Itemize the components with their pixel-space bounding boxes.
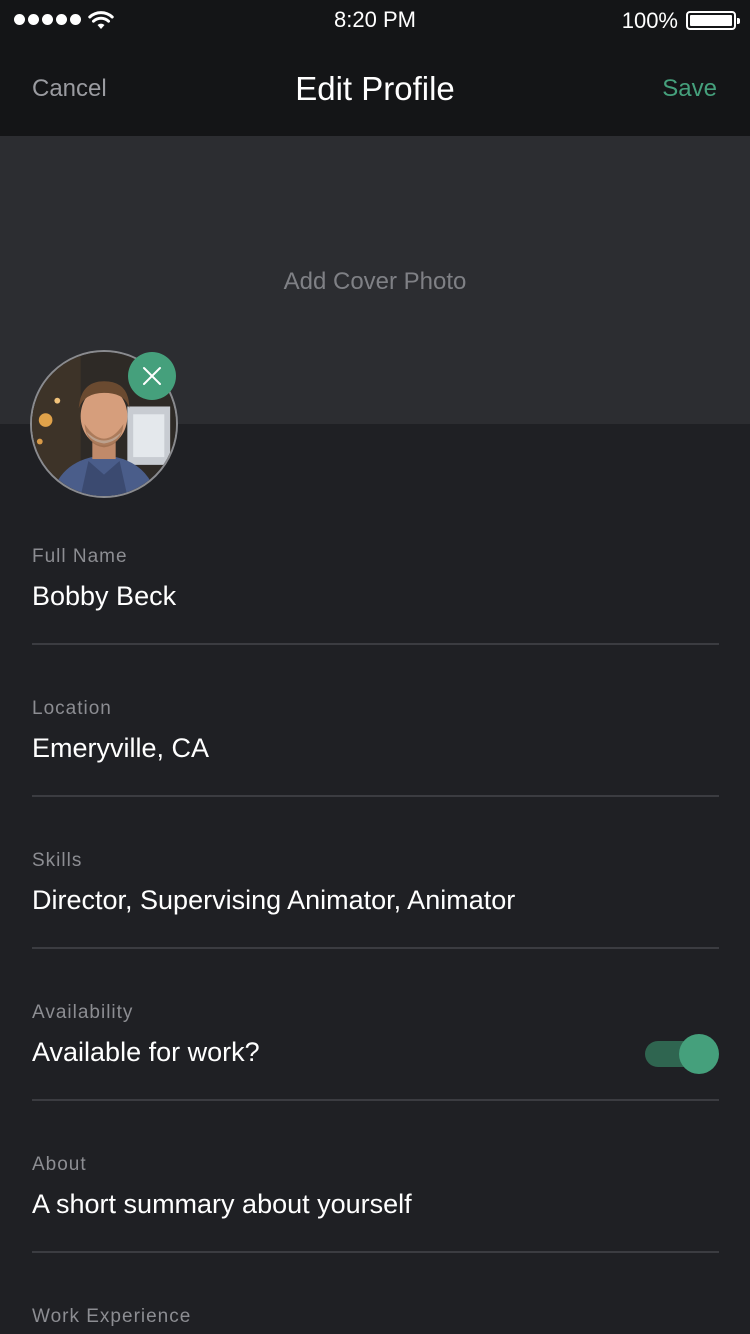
availability-text: Available for work?: [32, 1037, 260, 1067]
availability-label: Availability: [32, 1002, 134, 1023]
full-name-field: Full Name: [32, 546, 719, 698]
full-name-label: Full Name: [32, 546, 128, 567]
location-field: Location: [32, 698, 719, 850]
divider: [32, 1251, 719, 1253]
location-input[interactable]: [32, 728, 632, 768]
about-input[interactable]: [32, 1184, 632, 1224]
skills-label: Skills: [32, 850, 83, 871]
remove-photo-button[interactable]: [128, 352, 176, 400]
cancel-button[interactable]: Cancel: [32, 75, 107, 103]
divider: [32, 795, 719, 797]
close-icon: [143, 367, 161, 385]
about-field: About: [32, 1154, 719, 1306]
about-label: About: [32, 1154, 87, 1175]
availability-field: Availability Available for work?: [32, 1002, 719, 1154]
full-name-input[interactable]: [32, 576, 632, 616]
location-label: Location: [32, 698, 112, 719]
status-bar: 8:20 PM 100%: [0, 0, 750, 40]
divider: [32, 947, 719, 949]
battery-percentage: 100%: [621, 8, 678, 33]
nav-bar: Cancel Edit Profile Save: [0, 40, 750, 136]
skills-input[interactable]: [32, 880, 632, 920]
availability-toggle[interactable]: [645, 1034, 719, 1074]
edit-profile-screen: 8:20 PM 100% Cancel Edit Profile Save Ad…: [0, 0, 750, 1334]
divider: [32, 1099, 719, 1101]
add-cover-photo-label: Add Cover Photo: [283, 268, 467, 295]
work-experience-label: Work Experience: [32, 1306, 192, 1327]
divider: [32, 643, 719, 645]
battery-full-icon: [686, 11, 740, 30]
save-button[interactable]: Save: [662, 75, 717, 103]
work-experience-field: Work Experience: [32, 1306, 719, 1334]
toggle-knob: [679, 1034, 719, 1074]
skills-field: Skills: [32, 850, 719, 1002]
page-title: Edit Profile: [295, 70, 455, 107]
